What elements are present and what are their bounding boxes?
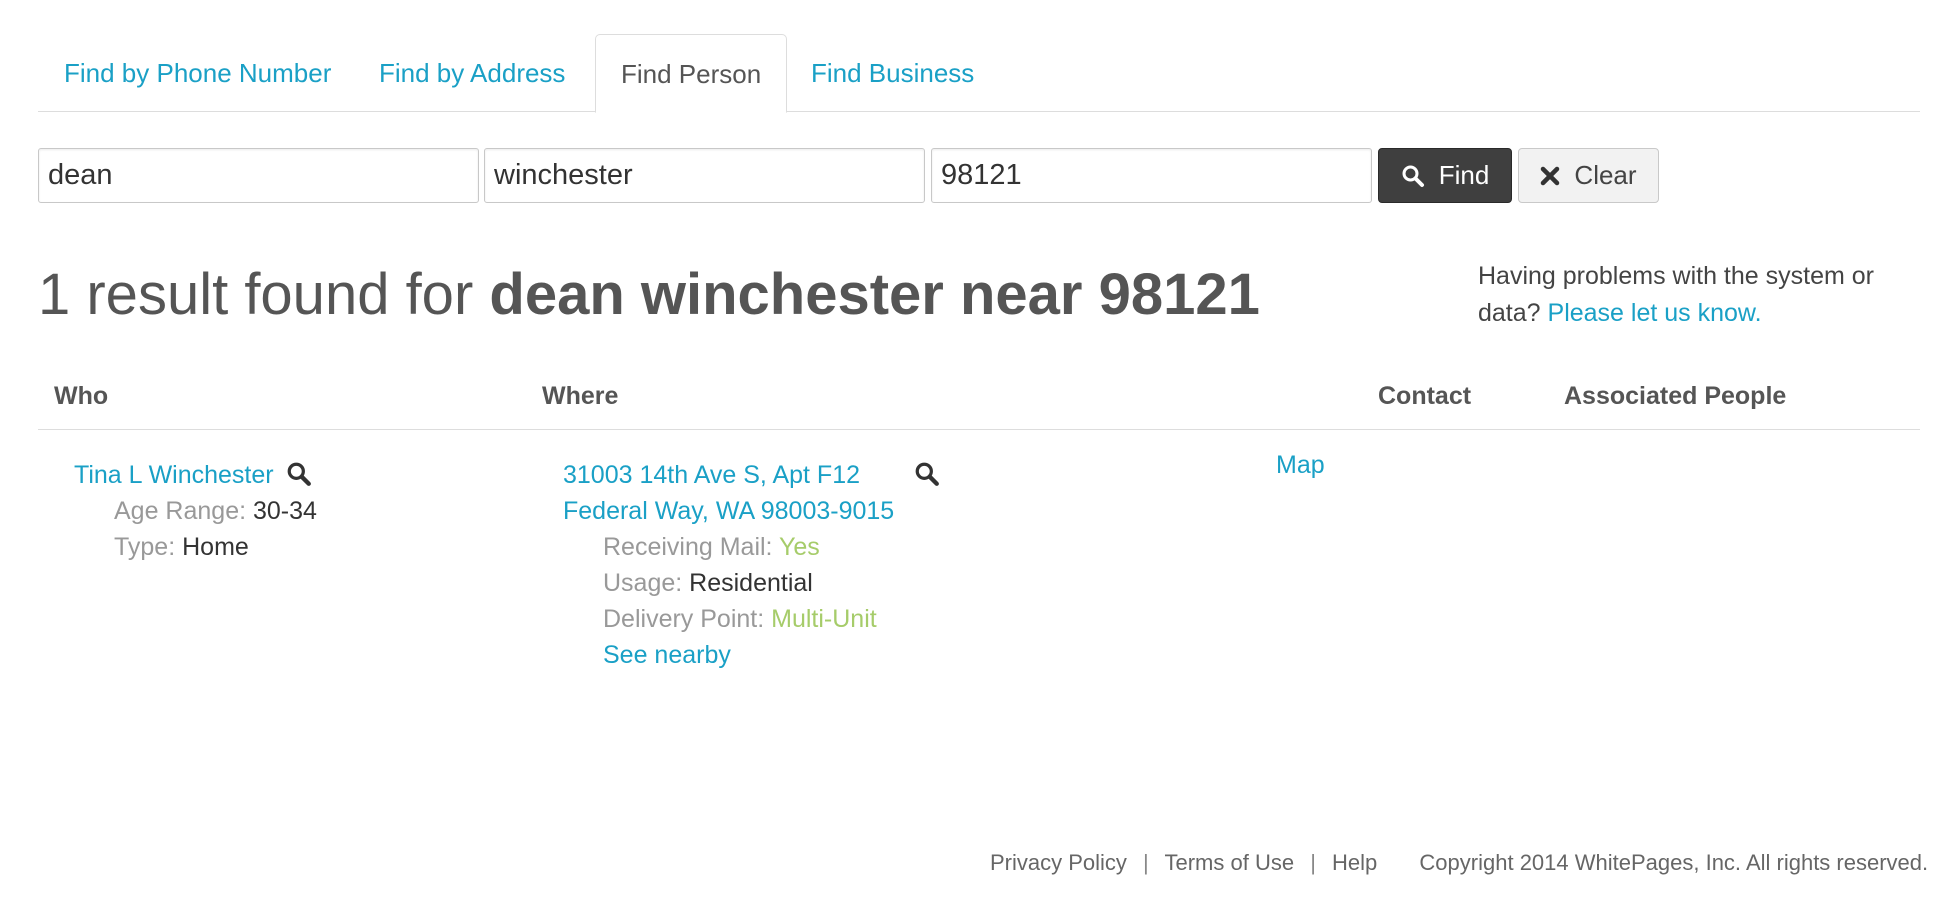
see-nearby-link[interactable]: See nearby bbox=[603, 637, 731, 673]
footer-separator: | bbox=[1143, 850, 1149, 875]
results-heading: 1 result found for dean winchester near … bbox=[38, 255, 1260, 335]
footer: Privacy Policy | Terms of Use | Help Cop… bbox=[990, 846, 1928, 880]
usage: Usage: Residential bbox=[603, 569, 813, 597]
find-button-label: Find bbox=[1438, 160, 1490, 190]
header-where: Where bbox=[542, 382, 619, 410]
person-type: Type: Home bbox=[114, 533, 249, 561]
tab-find-business[interactable]: Find Business bbox=[811, 34, 974, 112]
clear-button-label: Clear bbox=[1574, 160, 1637, 190]
search-tabs: Find by Phone Number Find by Address Fin… bbox=[38, 34, 1920, 113]
search-icon[interactable] bbox=[286, 461, 312, 492]
terms-of-use-link[interactable]: Terms of Use bbox=[1164, 850, 1294, 875]
copyright-text: Copyright 2014 WhitePages, Inc. All righ… bbox=[1419, 850, 1929, 875]
results-query: dean winchester near 98121 bbox=[489, 262, 1260, 327]
search-icon bbox=[1401, 164, 1425, 188]
address-line2-link[interactable]: Federal Way, WA 98003-9015 bbox=[563, 493, 894, 529]
location-input[interactable] bbox=[931, 148, 1372, 203]
address-line1-link[interactable]: 31003 14th Ave S, Apt F12 bbox=[563, 457, 860, 493]
results-table-header: Who Where Contact Associated People bbox=[38, 372, 1920, 430]
person-name-link[interactable]: Tina L Winchester bbox=[74, 457, 274, 493]
age-range: Age Range: 30-34 bbox=[114, 497, 317, 525]
header-contact: Contact bbox=[1378, 382, 1472, 410]
clear-button[interactable]: Clear bbox=[1518, 148, 1659, 203]
header-who: Who bbox=[54, 382, 109, 410]
delivery-point: Delivery Point: Multi-Unit bbox=[603, 605, 877, 633]
help-box: Having problems with the system or data?… bbox=[1478, 258, 1918, 332]
find-button[interactable]: Find bbox=[1378, 148, 1512, 203]
header-associated-people: Associated People bbox=[1564, 382, 1787, 410]
receiving-mail: Receiving Mail: Yes bbox=[603, 533, 820, 561]
tab-find-person[interactable]: Find Person bbox=[595, 34, 788, 113]
close-icon bbox=[1540, 166, 1560, 186]
search-icon[interactable] bbox=[914, 461, 940, 492]
feedback-link[interactable]: Please let us know. bbox=[1548, 299, 1762, 327]
tab-find-by-phone[interactable]: Find by Phone Number bbox=[64, 34, 331, 112]
results-count: 1 result found for bbox=[38, 262, 474, 327]
map-link[interactable]: Map bbox=[1276, 447, 1325, 483]
last-name-input[interactable] bbox=[484, 148, 925, 203]
tab-find-by-address[interactable]: Find by Address bbox=[379, 34, 565, 112]
privacy-policy-link[interactable]: Privacy Policy bbox=[990, 850, 1127, 875]
first-name-input[interactable] bbox=[38, 148, 479, 203]
footer-separator: | bbox=[1310, 850, 1316, 875]
help-link[interactable]: Help bbox=[1332, 850, 1377, 875]
